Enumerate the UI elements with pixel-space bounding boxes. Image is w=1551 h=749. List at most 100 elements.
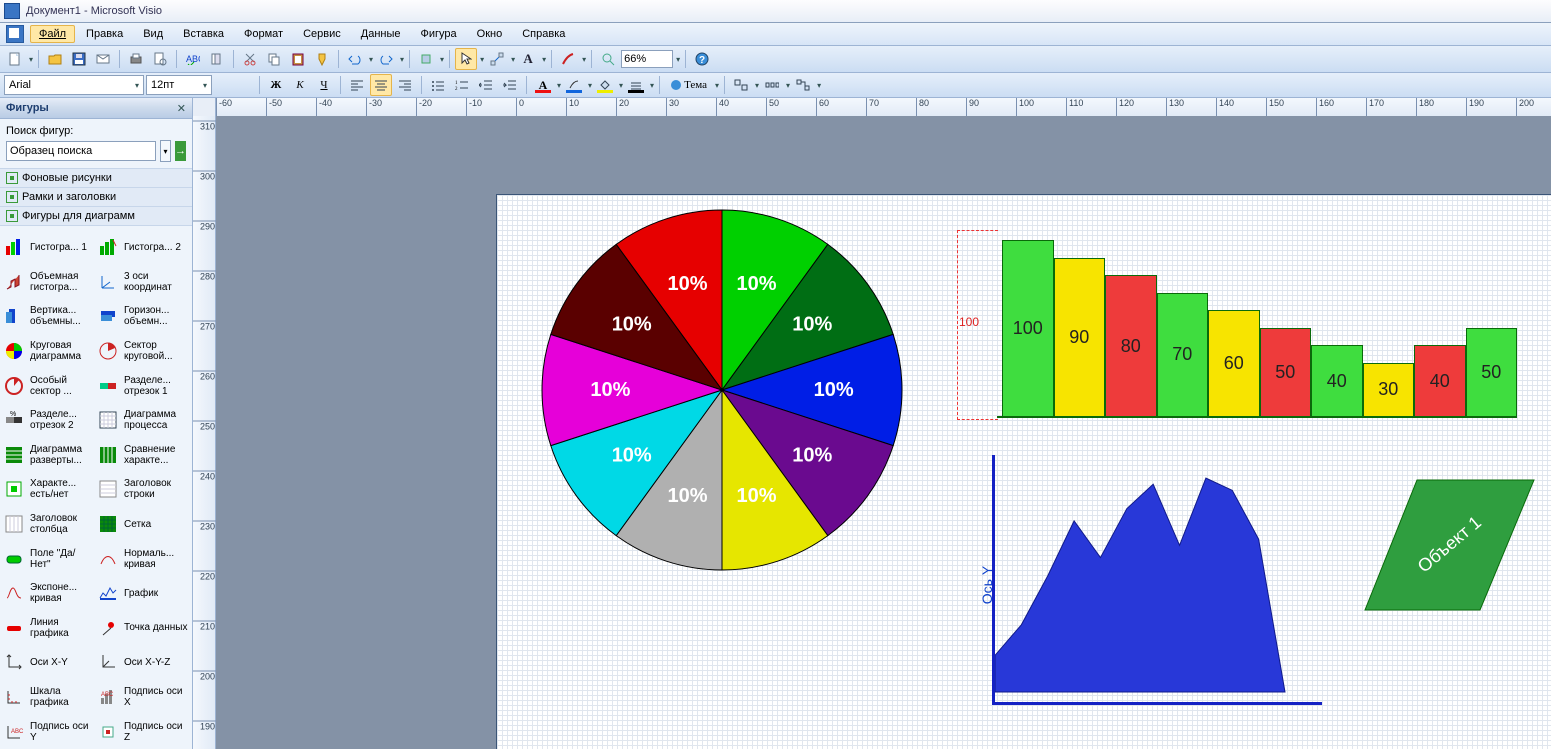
stencil-item[interactable]: Сетка xyxy=(96,507,190,542)
line-weight-button[interactable] xyxy=(625,74,647,96)
font-color-button[interactable]: A xyxy=(532,74,554,96)
undo-button[interactable] xyxy=(344,48,366,70)
stencil-item[interactable]: Подпись оси Z xyxy=(96,714,190,749)
stencil-item[interactable]: Линия графика xyxy=(2,611,96,646)
stencil-item[interactable]: Гистогра... 2 xyxy=(96,230,190,265)
shapes-pane-close-icon[interactable]: ✕ xyxy=(177,102,186,115)
menu-window[interactable]: Окно xyxy=(468,25,512,43)
stencil-item[interactable]: Особый сектор ... xyxy=(2,368,96,403)
menu-insert[interactable]: Вставка xyxy=(174,25,233,43)
stencil-item[interactable]: Оси X-Y xyxy=(2,645,96,680)
align-right-button[interactable] xyxy=(394,74,416,96)
bar[interactable]: 50 xyxy=(1260,328,1312,418)
parallelogram-shape[interactable]: Объект 1 xyxy=(1362,475,1537,615)
stencil-item[interactable]: 3 оси координат xyxy=(96,265,190,300)
stencil-item[interactable]: Нормаль... кривая xyxy=(96,541,190,576)
shapes-search-dropdown[interactable]: ▾ xyxy=(160,140,171,162)
stencil-item[interactable]: Объемная гистогра... xyxy=(2,265,96,300)
stencil-item[interactable]: ABCПодпись оси Y xyxy=(2,714,96,749)
align-shapes-button[interactable] xyxy=(730,74,752,96)
underline-button[interactable]: Ч xyxy=(313,74,335,96)
stencil-item[interactable]: График xyxy=(96,576,190,611)
connect-shapes-button[interactable] xyxy=(792,74,814,96)
menu-shape[interactable]: Фигура xyxy=(412,25,466,43)
bar-chart[interactable]: 100 100908070605040304050 xyxy=(957,225,1517,425)
stencil-item[interactable]: Вертика... объемны... xyxy=(2,299,96,334)
align-center-button[interactable] xyxy=(370,74,392,96)
stencil-item[interactable]: Гистогра... 1 xyxy=(2,230,96,265)
bar[interactable]: 80 xyxy=(1105,275,1157,417)
shapes-category[interactable]: Фоновые рисунки xyxy=(0,169,192,188)
spelling-button[interactable]: ABC xyxy=(182,48,204,70)
stencil-item[interactable]: Шкала графика xyxy=(2,680,96,715)
cut-button[interactable] xyxy=(239,48,261,70)
system-menu-icon[interactable] xyxy=(6,25,24,43)
copy-button[interactable] xyxy=(263,48,285,70)
shapes-tool-button[interactable] xyxy=(415,48,437,70)
save-button[interactable] xyxy=(68,48,90,70)
menu-edit[interactable]: Правка xyxy=(77,25,132,43)
stencil-item[interactable]: Разделе... отрезок 1 xyxy=(96,368,190,403)
bar[interactable]: 60 xyxy=(1208,310,1260,417)
indent-increase-button[interactable] xyxy=(499,74,521,96)
stencil-item[interactable]: Точка данных xyxy=(96,611,190,646)
print-preview-button[interactable] xyxy=(149,48,171,70)
stencil-item[interactable]: Круговая диаграмма xyxy=(2,334,96,369)
bar[interactable]: 70 xyxy=(1157,293,1209,418)
shapes-search-input[interactable] xyxy=(6,141,156,161)
paste-button[interactable] xyxy=(287,48,309,70)
zoom-input[interactable]: 66% xyxy=(621,50,673,68)
bar[interactable]: 50 xyxy=(1466,328,1518,418)
zoom-tool-button[interactable] xyxy=(597,48,619,70)
indent-decrease-button[interactable] xyxy=(475,74,497,96)
bar[interactable]: 40 xyxy=(1414,345,1466,417)
bar[interactable]: 30 xyxy=(1363,363,1415,418)
bold-button[interactable]: Ж xyxy=(265,74,287,96)
connector-tool-button[interactable] xyxy=(486,48,508,70)
bar[interactable]: 100 xyxy=(1002,240,1054,417)
bar[interactable]: 90 xyxy=(1054,258,1106,418)
stencil-item[interactable]: Диаграмма процесса xyxy=(96,403,190,438)
stencil-item[interactable]: Заголовок столбца xyxy=(2,507,96,542)
research-button[interactable] xyxy=(206,48,228,70)
drawing-stage[interactable]: 10%10%10%10%10%10%10%10%10%10% 100 10090… xyxy=(216,116,1551,749)
area-chart[interactable]: Ось Y xyxy=(972,455,1322,715)
menu-file[interactable]: Файл xyxy=(30,25,75,43)
bullets-button[interactable] xyxy=(427,74,449,96)
open-button[interactable] xyxy=(44,48,66,70)
shapes-search-go-button[interactable]: → xyxy=(175,141,186,161)
stencil-item[interactable]: Характе... есть/нет xyxy=(2,472,96,507)
text-tool-button[interactable]: A xyxy=(517,48,539,70)
fill-color-button[interactable] xyxy=(594,74,616,96)
redo-button[interactable] xyxy=(375,48,397,70)
align-left-button[interactable] xyxy=(346,74,368,96)
theme-button[interactable]: Тема xyxy=(665,74,712,96)
stencil-item[interactable]: Сравнение характе... xyxy=(96,438,190,473)
ink-tool-button[interactable] xyxy=(557,48,579,70)
drawing-page[interactable]: 10%10%10%10%10%10%10%10%10%10% 100 10090… xyxy=(496,194,1551,749)
italic-button[interactable]: К xyxy=(289,74,311,96)
shapes-category[interactable]: Фигуры для диаграмм xyxy=(0,207,192,226)
stencil-item[interactable]: Экспоне... кривая xyxy=(2,576,96,611)
line-color-button[interactable] xyxy=(563,74,585,96)
font-combo[interactable]: Arial▾ xyxy=(4,75,144,95)
stencil-item[interactable]: Горизон... объемн... xyxy=(96,299,190,334)
bar[interactable]: 40 xyxy=(1311,345,1363,417)
font-size-combo[interactable]: 12пт▾ xyxy=(146,75,212,95)
print-button[interactable] xyxy=(125,48,147,70)
pointer-tool-button[interactable] xyxy=(455,48,477,70)
stencil-item[interactable]: Поле "Да/Нет" xyxy=(2,541,96,576)
format-painter-button[interactable] xyxy=(311,48,333,70)
distribute-button[interactable] xyxy=(761,74,783,96)
menu-data[interactable]: Данные xyxy=(352,25,410,43)
stencil-item[interactable]: Оси X-Y-Z xyxy=(96,645,190,680)
menu-format[interactable]: Формат xyxy=(235,25,292,43)
stencil-item[interactable]: ABCПодпись оси X xyxy=(96,680,190,715)
shapes-category[interactable]: Рамки и заголовки xyxy=(0,188,192,207)
new-button[interactable] xyxy=(4,48,26,70)
menu-help[interactable]: Справка xyxy=(513,25,574,43)
menu-tools[interactable]: Сервис xyxy=(294,25,350,43)
mail-button[interactable] xyxy=(92,48,114,70)
stencil-item[interactable]: Диаграмма разверты... xyxy=(2,438,96,473)
stencil-item[interactable]: %Разделе... отрезок 2 xyxy=(2,403,96,438)
